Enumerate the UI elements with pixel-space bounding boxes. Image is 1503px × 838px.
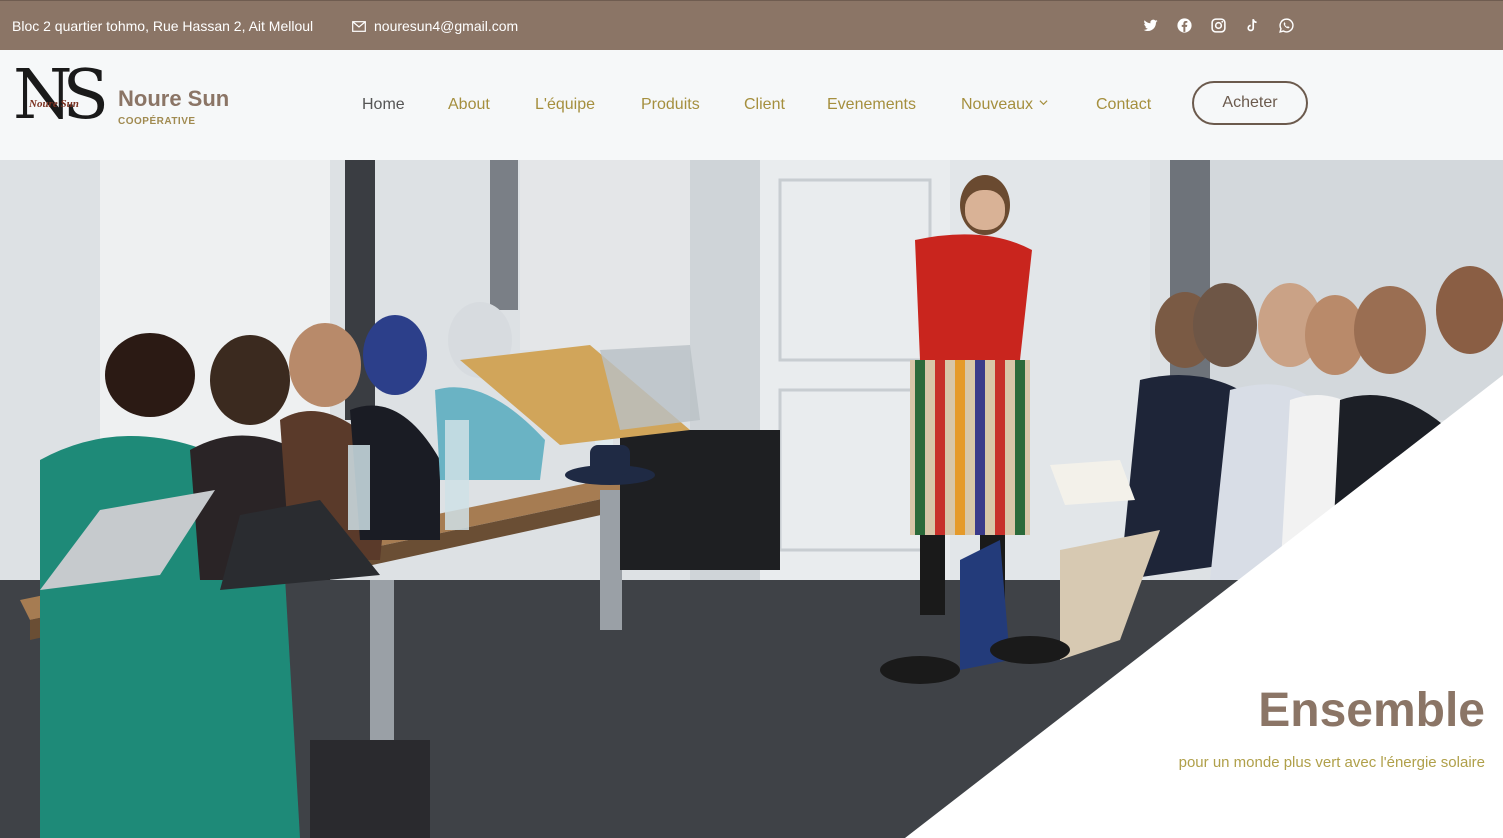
nav-nouveaux[interactable]: Nouveaux: [961, 96, 1048, 114]
nav-produits[interactable]: Produits: [641, 96, 700, 114]
hero-section: Ensemble pour un monde plus vert avec l'…: [0, 160, 1503, 838]
email-link[interactable]: nouresun4@gmail.com: [352, 18, 518, 34]
nav-client[interactable]: Client: [744, 96, 785, 114]
chevron-down-icon: [1039, 100, 1048, 106]
facebook-icon[interactable]: [1176, 17, 1193, 34]
address-text: Bloc 2 quartier tohmo, Rue Hassan 2, Ait…: [12, 18, 314, 34]
twitter-icon[interactable]: [1142, 17, 1159, 34]
instagram-icon[interactable]: [1210, 17, 1227, 34]
top-bar: Bloc 2 quartier tohmo, Rue Hassan 2, Ait…: [0, 0, 1503, 50]
nav-equipe[interactable]: L'équipe: [535, 96, 595, 114]
mail-icon: [352, 20, 366, 32]
nav-about[interactable]: About: [448, 96, 490, 114]
email-text: nouresun4@gmail.com: [374, 18, 519, 34]
tiktok-icon[interactable]: [1244, 17, 1261, 34]
nav-nouveaux-label: Nouveaux: [961, 96, 1034, 113]
nav-evenements[interactable]: Evenements: [827, 96, 916, 114]
buy-button[interactable]: Acheter: [1192, 81, 1308, 125]
nav-home[interactable]: Home: [362, 96, 405, 114]
hero-subtitle: pour un monde plus vert avec l'énergie s…: [1178, 754, 1485, 771]
nav-contact[interactable]: Contact: [1096, 96, 1151, 114]
social-links: [1142, 17, 1295, 34]
brand-tagline: COOPÉRATIVE: [118, 116, 196, 127]
hero-title: Ensemble: [1258, 684, 1485, 737]
whatsapp-icon[interactable]: [1278, 17, 1295, 34]
